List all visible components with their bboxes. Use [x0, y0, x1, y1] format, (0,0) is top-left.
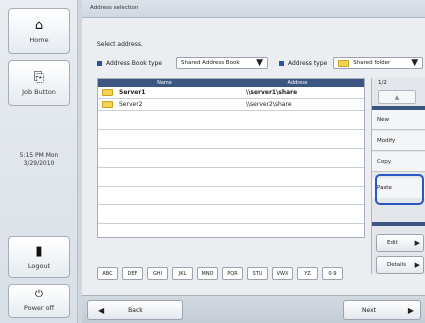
job-label: Job Button: [22, 87, 56, 96]
power-icon: ⏻: [35, 289, 43, 300]
back-button[interactable]: ◀ Back: [87, 300, 183, 320]
prompt-text: Select address.: [97, 41, 143, 48]
dropdown-arrow-icon: ▼: [256, 57, 264, 68]
next-button[interactable]: Next ▶: [343, 300, 421, 320]
logout-label: Logout: [27, 261, 51, 270]
list-header: Name Address: [98, 79, 364, 87]
time-text: 5:15 PM Mon: [19, 152, 59, 159]
job-button[interactable]: ⎘ Job Button: [8, 60, 70, 106]
home-label: Home: [29, 35, 49, 44]
empty-row: [98, 130, 364, 149]
address-type-label: Address type: [288, 59, 328, 67]
home-icon: ⌂: [34, 17, 44, 33]
logout-button[interactable]: ▮ Logout: [8, 236, 70, 278]
main-area: Address selection Select address. Addres…: [82, 0, 425, 323]
address-type-value: Shared folder: [353, 60, 391, 66]
job-icon: ⎘: [33, 69, 45, 85]
logout-icon: ▮: [35, 243, 43, 259]
date-text: 3/29/2010: [23, 160, 55, 167]
edit-button[interactable]: Edit ▶: [376, 234, 424, 252]
next-arrow-icon: ▶: [407, 305, 414, 315]
row-address: \\server2\share: [246, 101, 292, 108]
column-address: Address: [287, 80, 308, 86]
address-book-type-value: Shared Address Book: [181, 60, 240, 66]
expand-arrow-icon: ▶: [414, 261, 420, 269]
home-button[interactable]: ⌂ Home: [8, 8, 70, 54]
title-bar: Address selection: [82, 0, 425, 18]
row-name-cell: Server2: [98, 101, 232, 108]
empty-row: [98, 149, 364, 168]
empty-row: [98, 187, 364, 206]
edit-label: Edit: [387, 240, 398, 246]
datetime-display: 5:15 PM Mon 3/29/2010: [0, 152, 78, 168]
side-separator: [372, 222, 425, 226]
alpha-button-pqr[interactable]: PQR: [222, 267, 243, 280]
column-name: Name: [157, 80, 172, 86]
menu-item-copy[interactable]: Copy: [372, 152, 425, 172]
page-title: Address selection: [90, 5, 139, 11]
address-list: Name Address Server1 \\server1\share Ser…: [97, 78, 365, 238]
back-arrow-icon: ◀: [98, 305, 105, 315]
power-off-button[interactable]: ⏻ Power off: [8, 284, 70, 318]
details-button[interactable]: Details ▶: [376, 256, 424, 274]
address-type-filter: Address type Shared folder ▼: [279, 57, 424, 69]
alpha-button-stu[interactable]: STU: [247, 267, 268, 280]
empty-row: [98, 111, 364, 130]
side-panel: 1/2 ▲ New Modify Copy Paste Edit ▶ Detai…: [371, 78, 425, 274]
alpha-button-abc[interactable]: ABC: [97, 267, 118, 280]
dropdown-arrow-icon: ▼: [411, 57, 419, 68]
menu-item-modify[interactable]: Modify: [372, 131, 425, 151]
details-label: Details: [387, 262, 407, 268]
paste-highlight: [375, 174, 424, 205]
back-label: Back: [128, 306, 143, 314]
next-label: Next: [362, 306, 376, 314]
address-type-dropdown[interactable]: Shared folder ▼: [333, 57, 424, 69]
menu-item-modify-label: Modify: [377, 138, 396, 144]
left-nav-panel: ⌂ Home ⎘ Job Button 5:15 PM Mon 3/29/201…: [0, 0, 78, 323]
folder-icon: [102, 89, 113, 96]
row-name-cell: Server1: [98, 89, 232, 96]
folder-icon: [338, 59, 350, 67]
bottom-bar: ◀ Back Next ▶: [82, 295, 425, 323]
address-book-type-dropdown[interactable]: Shared Address Book ▼: [176, 57, 269, 69]
list-row[interactable]: Server2 \\server2\share: [98, 99, 364, 111]
address-book-type-filter: Address Book type Shared Address Book ▼: [97, 57, 269, 69]
alpha-button-ghi[interactable]: GHI: [147, 267, 168, 280]
scroll-up-button[interactable]: ▲: [378, 90, 416, 104]
menu-item-new-label: New: [377, 117, 389, 123]
empty-row: [98, 168, 364, 187]
alpha-button-yz[interactable]: YZ: [297, 267, 318, 280]
row-name: Server1: [119, 89, 146, 96]
alpha-button-vwx[interactable]: VWX: [272, 267, 293, 280]
list-row[interactable]: Server1 \\server1\share: [98, 87, 364, 99]
menu-item-new[interactable]: New: [372, 110, 425, 130]
alphabet-index: ABC DEF GHI JKL MNO PQR STU VWX YZ 0-9: [97, 267, 343, 280]
folder-icon: [102, 101, 113, 108]
bullet-icon: [97, 60, 102, 66]
up-arrow-icon: ▲: [394, 93, 400, 101]
alpha-button-mno[interactable]: MNO: [197, 267, 218, 280]
row-name: Server2: [119, 101, 143, 108]
address-book-type-label: Address Book type: [106, 59, 163, 67]
alpha-button-0-9[interactable]: 0-9: [322, 267, 343, 280]
row-address: \\server1\share: [246, 89, 298, 96]
expand-arrow-icon: ▶: [414, 239, 420, 247]
menu-item-copy-label: Copy: [377, 159, 391, 165]
power-label: Power off: [23, 304, 55, 312]
bullet-icon: [279, 60, 284, 66]
alpha-button-def[interactable]: DEF: [122, 267, 143, 280]
page-indicator: 1/2: [378, 80, 387, 86]
alpha-button-jkl[interactable]: JKL: [172, 267, 193, 280]
empty-row: [98, 205, 364, 225]
